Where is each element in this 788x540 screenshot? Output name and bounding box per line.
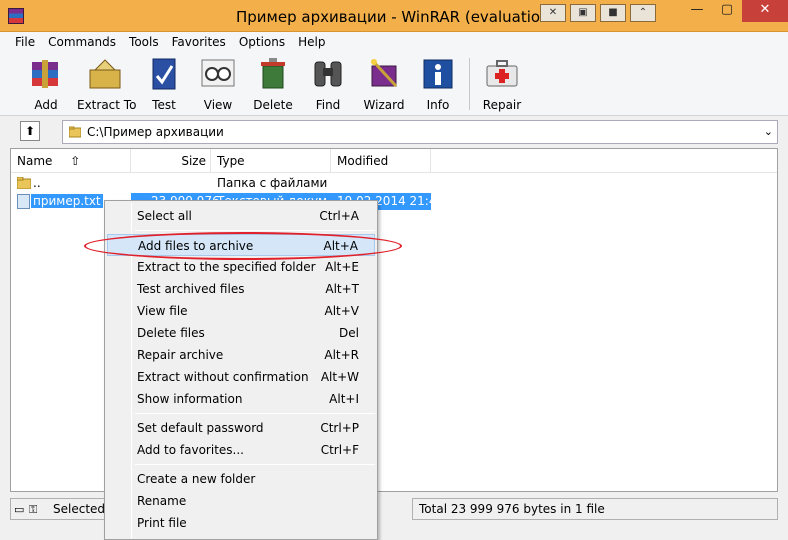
delete-icon (261, 58, 285, 89)
menu-item-extract-to-folder[interactable]: Extract to the specified folder Alt+E (107, 256, 375, 278)
wizard-button[interactable]: Wizard (356, 56, 412, 112)
address-row: ⬆ C:\Пример архивации ⌄ (0, 117, 788, 147)
toolbar-separator (469, 58, 470, 110)
tray-close-icon[interactable]: ✕ (540, 4, 566, 22)
menu-commands[interactable]: Commands (41, 35, 122, 49)
title-bar: Пример архивации - WinRAR (evaluation co… (0, 0, 788, 32)
drive-icon: ▭ (14, 503, 25, 516)
address-path: C:\Пример архивации (87, 125, 224, 139)
up-arrow-icon: ⬆ (24, 124, 36, 138)
menu-item-new-folder[interactable]: Create a new folder (107, 468, 375, 490)
tray-color-icon[interactable]: ■ (600, 4, 626, 22)
tray-buttons: ✕ ▣ ■ ⌃ (540, 4, 656, 22)
key-icon[interactable]: ⚿ (29, 503, 37, 517)
extract-to-button[interactable]: Extract To (77, 56, 136, 112)
winrar-app-icon[interactable] (8, 8, 24, 24)
menu-item-extract-no-confirm[interactable]: Extract without confirmation Alt+W (107, 366, 375, 388)
menu-file[interactable]: File (8, 35, 41, 49)
menu-tools[interactable]: Tools (122, 35, 165, 49)
menu-item-add-files[interactable]: Add files to archive Alt+A (107, 234, 375, 256)
sort-ascending-icon: ⇧ (70, 154, 81, 168)
repair-icon (486, 60, 518, 87)
tray-window-icon[interactable]: ▣ (570, 4, 596, 22)
list-item-parent-folder[interactable]: .. Папка с файлами (11, 175, 777, 193)
context-menu: Select all Ctrl+A Add files to archive A… (104, 200, 378, 540)
menu-separator (135, 464, 375, 465)
menu-separator (135, 413, 375, 414)
menu-bar: File Commands Tools Favorites Options He… (0, 32, 788, 52)
menu-favorites[interactable]: Favorites (165, 35, 232, 49)
status-total: Total 23 999 976 bytes in 1 file (412, 498, 778, 520)
find-icon (314, 61, 342, 87)
menu-item-view-file[interactable]: View file Alt+V (107, 300, 375, 322)
toolbar: Add Extract To Test View Delete Find Wiz… (0, 52, 788, 116)
tray-collapse-icon[interactable]: ⌃ (630, 4, 656, 22)
menu-help[interactable]: Help (291, 35, 331, 49)
chevron-down-icon[interactable]: ⌄ (764, 125, 773, 138)
file-type: Папка с файлами (217, 176, 328, 190)
view-button[interactable]: View (190, 56, 246, 112)
repair-button[interactable]: Repair (474, 56, 530, 112)
add-archive-icon (32, 60, 58, 88)
menu-item-show-info[interactable]: Show information Alt+I (107, 388, 375, 410)
minimize-button[interactable]: — (682, 0, 712, 22)
file-name: пример.txt (31, 194, 103, 208)
menu-separator (135, 230, 375, 231)
window-controls: — ▢ ✕ (682, 0, 788, 22)
menu-item-default-password[interactable]: Set default password Ctrl+P (107, 417, 375, 439)
close-button[interactable]: ✕ (742, 0, 788, 22)
info-button[interactable]: Info (410, 56, 466, 112)
address-field[interactable]: C:\Пример архивации ⌄ (62, 120, 778, 144)
folder-icon (17, 177, 31, 189)
column-header: Name ⇧ Size Type Modified (11, 149, 777, 173)
delete-button[interactable]: Delete (245, 56, 301, 112)
menu-item-select-all[interactable]: Select all Ctrl+A (107, 205, 375, 227)
column-type[interactable]: Type (211, 149, 331, 173)
menu-options[interactable]: Options (232, 35, 291, 49)
column-modified[interactable]: Modified (331, 149, 431, 173)
menu-item-repair-archive[interactable]: Repair archive Alt+R (107, 344, 375, 366)
info-icon (423, 59, 453, 89)
window-title: Пример архивации - WinRAR (evaluation co… (236, 8, 542, 26)
folder-icon (69, 126, 81, 138)
find-button[interactable]: Find (300, 56, 356, 112)
status-selected: ▭ ⚿ Selected (10, 498, 106, 520)
column-size[interactable]: Size (131, 149, 211, 173)
column-name[interactable]: Name ⇧ (11, 149, 131, 173)
menu-item-delete-files[interactable]: Delete files Del (107, 322, 375, 344)
menu-item-print-file[interactable]: Print file (107, 512, 375, 534)
test-button[interactable]: Test (136, 56, 192, 112)
wizard-icon (370, 58, 398, 88)
view-icon (201, 59, 235, 87)
up-folder-button[interactable]: ⬆ (20, 121, 40, 141)
menu-item-test-files[interactable]: Test archived files Alt+T (107, 278, 375, 300)
add-button[interactable]: Add (18, 56, 74, 112)
menu-item-add-favorites[interactable]: Add to favorites... Ctrl+F (107, 439, 375, 461)
extract-to-icon (89, 59, 121, 89)
file-name: .. (33, 176, 41, 190)
test-icon (152, 58, 176, 90)
menu-item-rename[interactable]: Rename (107, 490, 375, 512)
text-file-icon (17, 194, 30, 209)
maximize-button[interactable]: ▢ (712, 0, 742, 22)
